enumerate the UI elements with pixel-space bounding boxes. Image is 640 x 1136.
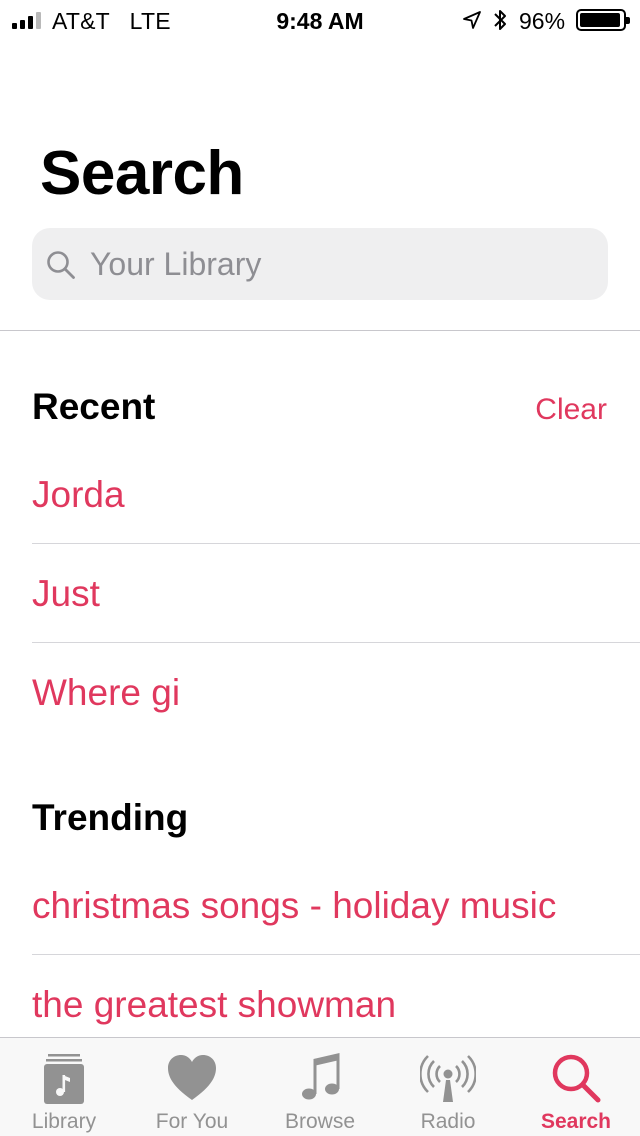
tab-bar: Library For You Browse Radio Search xyxy=(0,1037,640,1136)
page-title: Search xyxy=(40,139,244,208)
trending-search-item[interactable]: christmas songs - holiday music xyxy=(32,885,622,984)
recent-section-title: Recent xyxy=(32,386,156,427)
location-arrow-icon xyxy=(463,11,481,29)
tab-for-you[interactable]: For You xyxy=(128,1038,256,1136)
tab-library-label: Library xyxy=(31,1110,97,1133)
tab-radio-label: Radio xyxy=(420,1110,476,1133)
radio-icon xyxy=(420,1055,476,1102)
bluetooth-icon xyxy=(494,10,506,30)
tab-library[interactable]: Library xyxy=(0,1038,128,1136)
header-divider xyxy=(0,330,640,331)
recent-search-item[interactable]: Just xyxy=(32,573,640,672)
row-divider xyxy=(32,543,640,544)
heart-icon xyxy=(168,1055,216,1100)
recent-search-label: Just xyxy=(32,573,100,614)
trending-section-title: Trending xyxy=(32,797,189,838)
status-bar: AT&T LTE 9:48 AM 96% xyxy=(0,0,640,40)
tab-browse-label: Browse xyxy=(284,1110,356,1133)
tab-for-you-label: For You xyxy=(155,1110,229,1133)
tab-browse[interactable]: Browse xyxy=(256,1038,384,1136)
trending-search-label: the greatest showman xyxy=(32,984,397,1025)
tab-radio[interactable]: Radio xyxy=(384,1038,512,1136)
search-icon xyxy=(47,251,75,279)
tab-search[interactable]: Search xyxy=(512,1038,640,1136)
recent-search-label: Jorda xyxy=(32,474,125,515)
battery-icon xyxy=(576,9,630,31)
tab-search-label: Search xyxy=(540,1110,612,1133)
search-field[interactable] xyxy=(32,228,608,300)
library-icon xyxy=(44,1054,84,1104)
row-divider xyxy=(32,954,640,955)
row-divider xyxy=(32,642,640,643)
battery-percent: 96% xyxy=(519,8,566,34)
music-note-icon xyxy=(302,1053,340,1100)
recent-search-item[interactable]: Jorda xyxy=(32,474,640,573)
recent-search-label: Where gi xyxy=(32,672,181,713)
clear-recent-button[interactable]: Clear xyxy=(535,393,607,427)
search-input[interactable] xyxy=(90,228,590,300)
trending-search-label: christmas songs - holiday music xyxy=(32,885,557,926)
recent-search-item[interactable]: Where gi xyxy=(32,672,640,771)
search-icon xyxy=(552,1054,601,1103)
